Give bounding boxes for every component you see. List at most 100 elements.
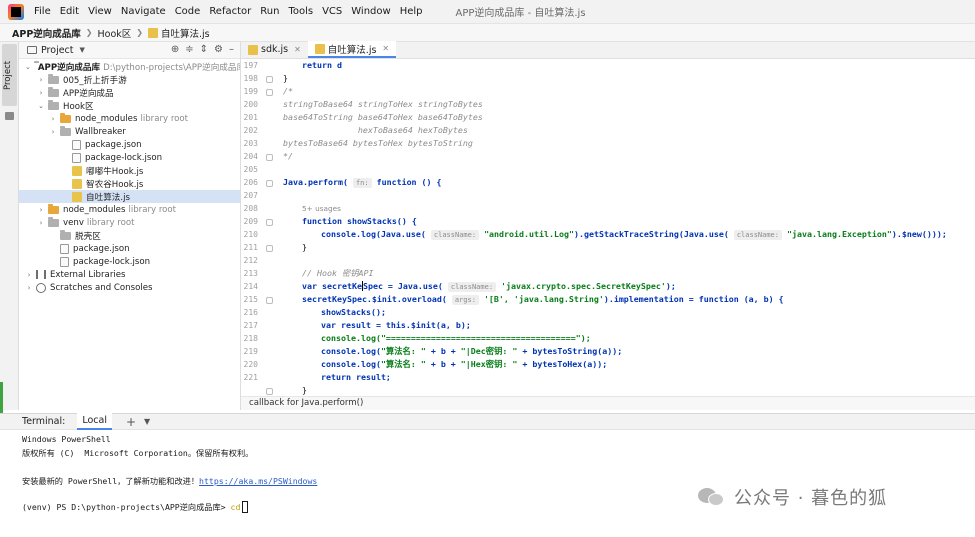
code-line: hexToBase64 hexToBytes	[283, 125, 468, 135]
tree-item-label: package-lock.json	[85, 152, 163, 163]
code-line: bytesToBase64 bytesToHex bytesToString	[283, 138, 473, 148]
line-number: 217	[243, 321, 258, 330]
line-number: 215	[243, 295, 258, 304]
tree-item[interactable]: package.json	[19, 242, 240, 255]
usages-hint[interactable]: 5+ usages	[302, 202, 341, 215]
fold-marker-icon[interactable]	[266, 297, 273, 304]
chevron-right-icon[interactable]: ›	[25, 271, 33, 279]
tree-item-label: External Libraries	[50, 269, 126, 280]
chevron-down-icon[interactable]: ▼	[80, 46, 85, 54]
hide-icon[interactable]: –	[229, 44, 234, 55]
tree-item-label: APP逆向成品库	[37, 62, 101, 73]
menu-view[interactable]: View	[88, 6, 112, 17]
gear-icon[interactable]: ⚙	[214, 44, 223, 55]
fold-marker-icon[interactable]	[266, 76, 273, 83]
chevron-right-icon[interactable]: ›	[49, 128, 57, 136]
folder-icon	[48, 216, 59, 227]
tree-item[interactable]: › 005_折上折手游	[19, 73, 240, 86]
menu-run[interactable]: Run	[260, 6, 279, 17]
tree-item[interactable]: package-lock.json	[19, 255, 240, 268]
tree-item-annotation: D:\python-projects\APP逆向成品库	[103, 62, 246, 73]
close-icon[interactable]: ✕	[382, 44, 389, 53]
menu-navigate[interactable]: Navigate	[121, 6, 166, 17]
pycharm-logo-icon	[8, 3, 24, 20]
editor-gutter[interactable]: 197 198 199 200 201 202 203 204 205 206 207 208 209 2…	[241, 59, 281, 396]
fold-marker-icon[interactable]	[266, 219, 273, 226]
fold-marker-icon[interactable]	[266, 245, 273, 252]
code-editor[interactable]: return d } /* stringToBase64 stringToHex…	[283, 59, 975, 396]
menu-window[interactable]: Window	[351, 6, 390, 17]
json-file-icon	[60, 243, 69, 254]
chevron-down-icon[interactable]: ▼	[144, 417, 150, 426]
line-number: 208	[243, 204, 258, 213]
breadcrumb-file[interactable]: 自吐算法.js	[161, 26, 210, 40]
code-line: base64ToString base64ToHex base64ToBytes	[283, 112, 483, 122]
line-number: 202	[243, 126, 258, 135]
chevron-right-icon[interactable]: ›	[37, 219, 45, 227]
tree-item[interactable]: › Wallbreaker	[19, 125, 240, 138]
tree-item-label: package.json	[73, 243, 130, 254]
tree-item[interactable]: 脱壳区	[19, 229, 240, 242]
editor-breadcrumb[interactable]: callback for Java.perform()	[241, 396, 975, 410]
menu-refactor[interactable]: Refactor	[209, 6, 251, 17]
tree-item[interactable]: › node_modules library root	[19, 203, 240, 216]
project-panel-title[interactable]: Project	[41, 45, 74, 56]
json-file-icon	[72, 139, 81, 150]
tab-active-file[interactable]: 自吐算法.js ✕	[307, 41, 397, 58]
fold-marker-icon[interactable]	[266, 154, 273, 161]
tree-item[interactable]: › Scratches and Consoles	[19, 281, 240, 294]
line-number: 197	[243, 61, 258, 70]
terminal-tab-local[interactable]: Local	[77, 413, 112, 430]
locate-icon[interactable]: ⊕	[171, 44, 179, 55]
tree-item[interactable]: ⌄ APP逆向成品库 D:\python-projects\APP逆向成品库	[19, 60, 245, 73]
menu-code[interactable]: Code	[175, 6, 201, 17]
tree-item[interactable]: 嘟嘟牛Hook.js	[19, 164, 240, 177]
tree-item[interactable]: › APP逆向成品	[19, 86, 240, 99]
close-icon[interactable]: ✕	[294, 45, 301, 54]
menu-file[interactable]: File	[34, 6, 51, 17]
menu-help[interactable]: Help	[400, 6, 423, 17]
folder-icon	[48, 73, 59, 84]
fold-marker-icon[interactable]	[266, 89, 273, 96]
json-file-icon	[72, 152, 81, 163]
code-line: */	[283, 151, 293, 161]
project-tree: ⌄ APP逆向成品库 D:\python-projects\APP逆向成品库 › 005…	[19, 59, 245, 410]
terminal-line: 安装最新的 PowerShell，了解新功能和改进！https://aka.ms…	[22, 476, 318, 486]
tree-item[interactable]: package-lock.json	[19, 151, 240, 164]
fold-marker-icon[interactable]	[266, 180, 273, 187]
chevron-right-icon[interactable]: ›	[37, 89, 45, 97]
tree-item[interactable]: package.json	[19, 138, 240, 151]
library-icon	[36, 270, 46, 279]
add-terminal-icon[interactable]: +	[126, 415, 136, 429]
editor-tab-bar: sdk.js ✕ 自吐算法.js ✕	[241, 41, 975, 59]
chevron-right-icon[interactable]: ›	[25, 284, 33, 292]
fold-marker-icon[interactable]	[266, 388, 273, 395]
breadcrumb-project[interactable]: APP逆向成品库	[12, 26, 81, 40]
collapse-all-icon[interactable]: ≑	[185, 44, 193, 55]
project-panel-header: Project ▼ ⊕ ≑ ⇕ ⚙ –	[19, 42, 240, 59]
tree-item[interactable]: 自吐算法.js	[19, 190, 240, 203]
expand-all-icon[interactable]: ⇕	[200, 44, 208, 55]
structure-icon[interactable]	[5, 112, 14, 120]
tree-item[interactable]: 智农谷Hook.js	[19, 177, 240, 190]
chevron-right-icon[interactable]: ›	[37, 206, 45, 214]
tree-item[interactable]: ⌄ Hook区	[19, 99, 240, 112]
powershell-link[interactable]: https://aka.ms/PSWindows	[199, 476, 317, 486]
tree-item[interactable]: › External Libraries	[19, 268, 240, 281]
menu-tools[interactable]: Tools	[288, 6, 313, 17]
tree-item-annotation: library root	[86, 217, 135, 228]
chevron-down-icon[interactable]: ⌄	[37, 102, 45, 110]
chevron-right-icon[interactable]: ›	[49, 115, 57, 123]
tab-sdk-js[interactable]: sdk.js ✕	[241, 41, 308, 58]
chevron-right-icon[interactable]: ›	[37, 76, 45, 84]
terminal-prompt[interactable]: (venv) PS D:\python-projects\APP逆向成品库> c…	[22, 501, 249, 513]
chevron-down-icon[interactable]: ⌄	[25, 63, 31, 71]
breadcrumb-separator-icon: ❯	[85, 28, 93, 37]
breadcrumb-folder[interactable]: Hook区	[97, 26, 131, 40]
js-file-icon	[248, 44, 258, 55]
tree-item[interactable]: › node_modules library root	[19, 112, 240, 125]
project-tool-tab[interactable]: Project	[2, 44, 17, 106]
tree-item[interactable]: › venv library root	[19, 216, 240, 229]
menu-vcs[interactable]: VCS	[322, 6, 342, 17]
menu-edit[interactable]: Edit	[60, 6, 79, 17]
